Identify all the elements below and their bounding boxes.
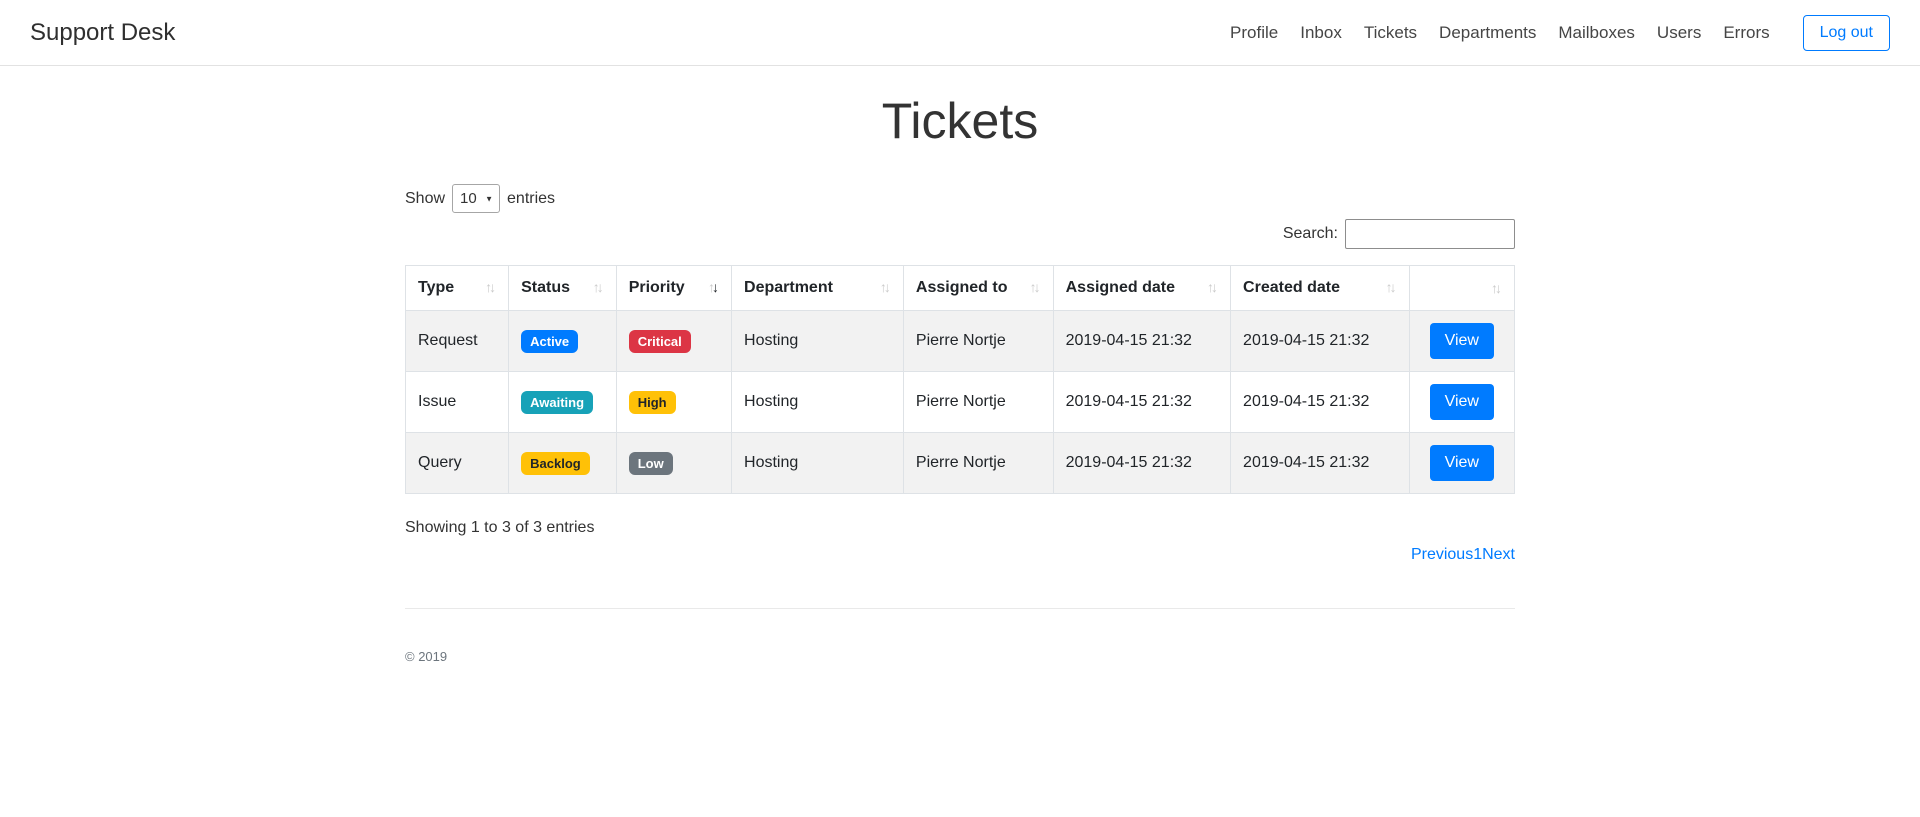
main-nav: Profile Inbox Tickets Departments Mailboxes U… (1219, 23, 1781, 43)
app-brand[interactable]: Support Desk (30, 19, 175, 47)
cell-assigned-to: Pierre Nortje (902, 310, 1054, 372)
pagination-next[interactable]: Next (1482, 546, 1515, 564)
cell-priority: Low (615, 432, 733, 494)
column-header-type[interactable]: Type ↑↓ (404, 265, 510, 311)
cell-actions: View (1408, 310, 1516, 372)
sort-icon: ↑↓ (485, 279, 496, 295)
table-body: Request Active Critical Hosting Pierre Nortj… (404, 310, 1516, 494)
page-size-select[interactable]: 10 (452, 184, 501, 213)
view-button[interactable]: View (1429, 323, 1494, 359)
cell-department: Hosting (731, 310, 904, 372)
cell-status: Awaiting (508, 371, 617, 433)
cell-type: Issue (404, 371, 510, 433)
view-button[interactable]: View (1429, 384, 1494, 420)
table-row: Request Active Critical Hosting Pierre Nortj… (404, 310, 1516, 372)
nav-item-tickets[interactable]: Tickets (1353, 23, 1428, 43)
table-header-row: Type ↑↓ Status ↑↓ Priority ↑↓ Department ↑↓ Assi… (404, 265, 1516, 311)
column-header-assigned-to[interactable]: Assigned to ↑↓ (902, 265, 1054, 311)
show-label: Show (405, 189, 446, 207)
nav-item-inbox[interactable]: Inbox (1289, 23, 1353, 43)
tickets-table: Type ↑↓ Status ↑↓ Priority ↑↓ Department ↑↓ Assi… (404, 265, 1516, 494)
table-row: Issue Awaiting High Hosting Pierre Nortje 201… (404, 371, 1516, 433)
search-input[interactable] (1345, 219, 1515, 249)
nav-item-errors[interactable]: Errors (1712, 23, 1780, 43)
column-header-department[interactable]: Department ↑↓ (731, 265, 904, 311)
cell-type: Query (404, 432, 510, 494)
page-length-control: Show 10 ▼ entries (405, 184, 1515, 213)
cell-actions: View (1408, 371, 1516, 433)
entries-label: entries (507, 189, 556, 207)
table-row: Query Backlog Low Hosting Pierre Nortje 2019-… (404, 432, 1516, 494)
page-size-select-wrap: 10 ▼ (452, 184, 501, 213)
cell-assigned-to: Pierre Nortje (902, 371, 1054, 433)
pagination-previous[interactable]: Previous (1411, 546, 1473, 564)
status-badge: Active (521, 329, 579, 353)
sort-icon: ↑↓ (1491, 280, 1502, 296)
cell-status: Active (508, 310, 617, 372)
main-content: Tickets Show 10 ▼ entries Search: Type ↑↓… (404, 92, 1516, 804)
column-header-status[interactable]: Status ↑↓ (508, 265, 617, 311)
priority-badge: Low (628, 451, 673, 475)
column-label: Department (744, 279, 833, 296)
cell-assigned-date: 2019-04-15 21:32 (1052, 310, 1232, 372)
column-label: Assigned date (1065, 279, 1175, 296)
cell-priority: Critical (615, 310, 733, 372)
cell-actions: View (1408, 432, 1516, 494)
sort-icon: ↑↓ (879, 279, 891, 295)
sort-icon: ↑↓ (1029, 279, 1041, 295)
footer-divider (405, 608, 1515, 609)
priority-badge: High (628, 390, 676, 414)
pagination: Previous 1 Next (405, 546, 1515, 564)
search-label: Search: (1282, 225, 1338, 242)
priority-badge: Critical (628, 329, 691, 353)
cell-created-date: 2019-04-15 21:32 (1230, 371, 1410, 433)
cell-created-date: 2019-04-15 21:32 (1230, 310, 1410, 372)
status-badge: Backlog (521, 451, 590, 475)
column-label: Assigned to (915, 279, 1008, 296)
cell-assigned-date: 2019-04-15 21:32 (1052, 432, 1232, 494)
cell-assigned-date: 2019-04-15 21:32 (1052, 371, 1232, 433)
table-summary: Showing 1 to 3 of 3 entries (405, 519, 595, 536)
cell-assigned-to: Pierre Nortje (902, 432, 1054, 494)
status-badge: Awaiting (521, 390, 594, 414)
sort-icon: ↑↓ (1207, 279, 1218, 295)
cell-department: Hosting (731, 371, 904, 433)
sort-icon: ↑↓ (1385, 279, 1397, 295)
cell-type: Request (404, 310, 510, 372)
search-control: Search: (405, 219, 1515, 249)
cell-created-date: 2019-04-15 21:32 (1230, 432, 1410, 494)
nav-item-users[interactable]: Users (1646, 23, 1712, 43)
cell-department: Hosting (731, 432, 904, 494)
nav-item-mailboxes[interactable]: Mailboxes (1547, 23, 1646, 43)
column-label: Type (418, 279, 455, 296)
page-title: Tickets (881, 93, 1039, 149)
column-header-priority[interactable]: Priority ↑↓ (615, 265, 733, 311)
nav-item-departments[interactable]: Departments (1428, 23, 1547, 43)
logout-button[interactable]: Log out (1802, 14, 1890, 51)
column-label: Created date (1243, 279, 1340, 296)
pagination-page-1[interactable]: 1 (1473, 546, 1482, 564)
sort-icon: ↑↓ (592, 279, 604, 295)
view-button[interactable]: View (1429, 445, 1494, 481)
cell-status: Backlog (508, 432, 617, 494)
column-label: Priority (628, 279, 685, 296)
column-header-assigned-date[interactable]: Assigned date ↑↓ (1052, 265, 1232, 311)
column-header-created-date[interactable]: Created date ↑↓ (1230, 265, 1410, 311)
sort-icon: ↑↓ (708, 279, 719, 295)
nav-item-profile[interactable]: Profile (1219, 23, 1289, 43)
cell-priority: High (615, 371, 733, 433)
column-label: Status (521, 279, 571, 296)
column-header-actions[interactable]: ↑↓ (1408, 265, 1516, 311)
footer-copyright: © 2019 (405, 649, 448, 664)
navbar: Support Desk Profile Inbox Tickets Departme… (0, 0, 1920, 66)
